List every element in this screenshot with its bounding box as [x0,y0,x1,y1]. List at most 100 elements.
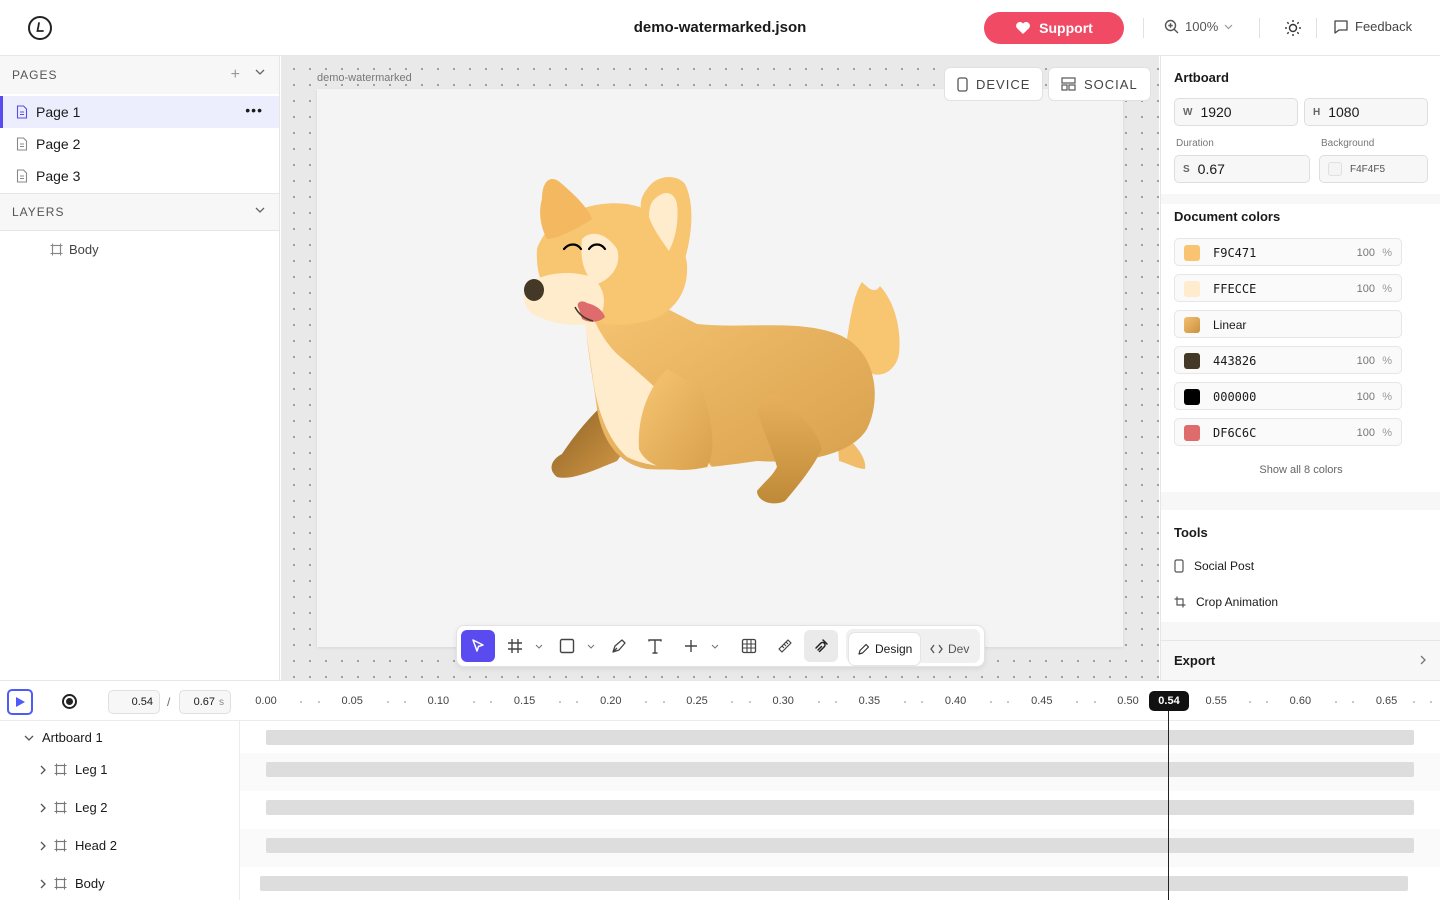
duration-label: Duration [1176,138,1214,149]
chevron-down-icon[interactable] [255,207,265,213]
duration-field[interactable]: S 0.67 [1174,155,1310,183]
color-swatch[interactable] [1184,389,1200,405]
width-field[interactable]: W 1920 [1174,98,1298,126]
track-artboard-1[interactable]: Artboard 1 [24,730,103,745]
playhead-badge[interactable]: 0.54 [1149,691,1189,711]
chevron-down-icon[interactable] [255,69,265,75]
chevron-right-icon[interactable] [40,879,46,889]
shape-tool-button[interactable] [555,630,579,662]
color-opacity[interactable]: 100 [1357,283,1375,295]
ruler-tick [1265,701,1268,703]
color-opacity[interactable]: 100 [1357,391,1375,403]
record-button[interactable] [62,694,77,709]
frame-icon [50,243,63,256]
corgi-illustration[interactable] [317,89,1123,647]
show-all-colors-link[interactable]: Show all 8 colors [1174,464,1428,476]
track-bar-head-2[interactable] [266,838,1414,853]
doc-color-row[interactable]: 000000 100% [1174,382,1402,410]
background-swatch[interactable] [1328,162,1342,176]
current-time-value: 0.54 [131,696,153,708]
more-options-icon[interactable]: ••• [245,102,263,118]
background-field[interactable]: F4F4F5 [1319,155,1428,183]
app-logo-icon[interactable] [28,16,52,40]
chevron-right-icon[interactable] [40,803,46,813]
social-post-tool[interactable]: Social Post [1174,559,1254,573]
canvas-area[interactable]: demo-watermarked DEVICE SOCIAL [281,56,1159,680]
design-mode-tab[interactable]: Design [849,633,921,665]
grid-tool-button[interactable] [737,630,761,662]
layout-icon [1061,77,1076,91]
track-body[interactable]: Body [40,876,105,891]
export-section[interactable]: Export [1161,640,1440,680]
frame-icon [54,763,67,776]
sun-icon[interactable] [1284,19,1302,37]
device-button[interactable]: DEVICE [944,67,1044,101]
chevron-right-icon[interactable] [40,765,46,775]
measure-tool-button[interactable] [773,630,797,662]
playhead-line[interactable] [1168,711,1169,900]
color-swatch[interactable] [1184,317,1200,333]
color-swatch[interactable] [1184,281,1200,297]
play-button[interactable] [7,689,33,715]
zoom-icon [1164,19,1179,34]
message-icon [1334,20,1348,34]
tool-label: Social Post [1194,559,1255,573]
doc-color-row[interactable]: Linear [1174,310,1402,338]
export-label: Export [1174,653,1216,668]
doc-color-row[interactable]: FFECCE 100% [1174,274,1402,302]
support-button[interactable]: Support [984,12,1124,44]
add-page-icon[interactable]: + [231,66,241,84]
doc-color-row[interactable]: 443826 100% [1174,346,1402,374]
track-label: Head 2 [75,838,117,853]
height-field[interactable]: H 1080 [1304,98,1428,126]
crop-animation-tool[interactable]: Crop Animation [1174,595,1278,609]
support-label: Support [1039,20,1093,36]
color-opacity[interactable]: 100 [1357,247,1375,259]
text-tool-button[interactable] [643,630,667,662]
add-tool-button[interactable] [679,630,703,662]
page-item-1[interactable]: Page 1 ••• [0,96,279,128]
tools-title: Tools [1174,525,1208,540]
track-bar-body[interactable] [260,876,1408,891]
ruler-tick [921,701,924,703]
pen-tool-button[interactable] [607,630,631,662]
current-time-field[interactable]: 0.54 [108,690,160,714]
chevron-down-icon[interactable] [24,735,34,741]
background-label: Background [1321,138,1375,149]
track-bar-leg-1[interactable] [266,762,1414,777]
height-prefix: H [1313,106,1321,118]
color-opacity[interactable]: 100 [1357,355,1375,367]
track-bar-leg-2[interactable] [266,800,1414,815]
doc-color-row[interactable]: F9C471 100% [1174,238,1402,266]
ruler-tick [1429,701,1432,703]
select-tool-button[interactable] [461,630,495,662]
track-head-2[interactable]: Head 2 [40,838,117,853]
zoom-dropdown[interactable]: 100% [1164,19,1233,34]
play-icon [16,697,25,707]
shape-tool-dropdown[interactable] [585,630,597,662]
social-button[interactable]: SOCIAL [1048,67,1151,101]
color-opacity[interactable]: 100 [1357,427,1375,439]
track-bar-artboard-1[interactable] [266,730,1414,745]
cursor-icon [472,639,484,652]
color-swatch[interactable] [1184,425,1200,441]
track-leg-1[interactable]: Leg 1 [40,762,108,777]
feedback-button[interactable]: Feedback [1333,19,1412,34]
total-time-field[interactable]: 0.67 s [179,690,231,714]
track-leg-2[interactable]: Leg 2 [40,800,108,815]
snap-tool-button[interactable] [804,630,838,662]
doc-color-row[interactable]: DF6C6C 100% [1174,418,1402,446]
artboard[interactable] [317,89,1123,647]
color-swatch[interactable] [1184,353,1200,369]
track-label: Leg 1 [75,762,108,777]
page-item-2[interactable]: Page 2 [0,128,279,160]
dev-mode-tab[interactable]: Dev [922,633,977,665]
add-tool-dropdown[interactable] [709,630,721,662]
page-item-3[interactable]: Page 3 [0,160,279,192]
ruler-tick [748,701,751,703]
frame-tool-dropdown[interactable] [533,630,545,662]
color-swatch[interactable] [1184,245,1200,261]
frame-tool-button[interactable] [503,630,527,662]
layer-item-body[interactable]: Body [50,242,99,257]
chevron-right-icon[interactable] [40,841,46,851]
